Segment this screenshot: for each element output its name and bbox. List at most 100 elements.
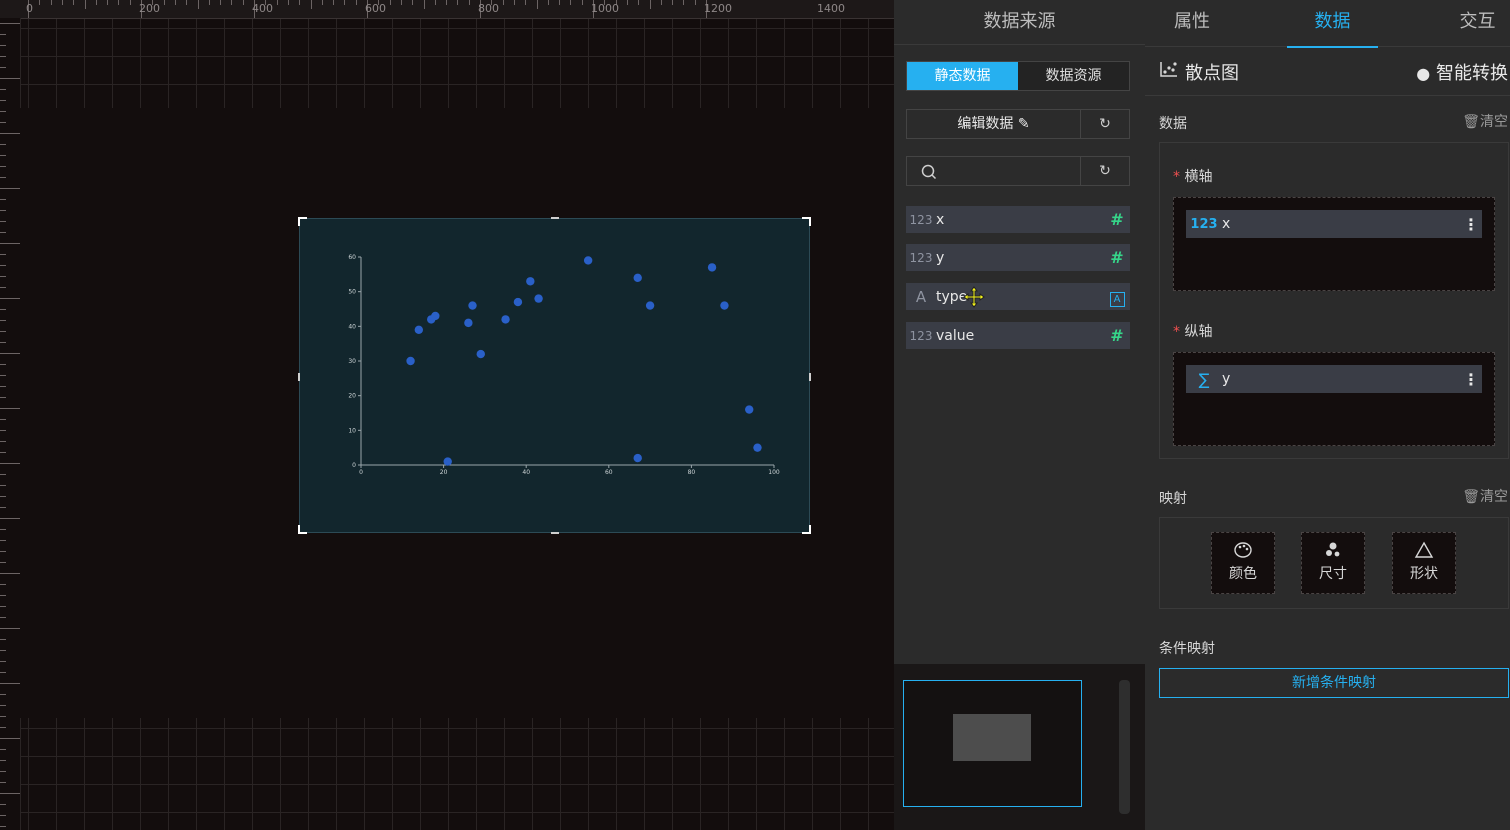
scatter-chart-component[interactable]: 0 10 20 30 40 50 60 0 20 40 60 80 100 <box>298 217 811 534</box>
x-field-chip[interactable]: 123 x ⋮ <box>1186 210 1482 238</box>
ruler-tick <box>0 782 6 783</box>
field-search-input[interactable] <box>907 157 1081 185</box>
ruler-tick <box>0 485 6 486</box>
clear-label: 清空 <box>1480 489 1508 505</box>
map-color-label: 颜色 <box>1229 566 1257 582</box>
ruler-tick <box>525 0 527 5</box>
x-axis-drop-zone[interactable]: 123 x ⋮ <box>1173 197 1495 291</box>
chart-type-row: 散点图 ● 智能转换 <box>1145 47 1510 96</box>
ruler-tick <box>0 133 20 134</box>
clear-data-button[interactable]: 🗑清空 <box>1462 111 1508 131</box>
minimap-viewport[interactable] <box>903 680 1082 807</box>
resize-handle-tl[interactable] <box>298 217 307 226</box>
minimap-scrollbar[interactable] <box>1119 680 1130 814</box>
x-axis-label: * 横轴 <box>1173 166 1212 186</box>
ruler-tick <box>186 0 188 5</box>
map-size-button[interactable]: 尺寸 <box>1301 532 1365 594</box>
map-color-button[interactable]: 颜色 <box>1211 532 1275 594</box>
ruler-tick <box>0 221 6 222</box>
ruler-tick <box>412 0 414 5</box>
ruler-tick <box>61 0 63 5</box>
ruler-tick <box>73 0 75 5</box>
move-cursor-icon <box>963 286 985 308</box>
ruler-tick <box>0 100 6 101</box>
source-mode-toggle: 静态数据 数据资源 <box>906 61 1130 91</box>
y-field-chip[interactable]: ∑ y ⋮ <box>1186 365 1482 393</box>
resize-handle-bottom[interactable] <box>551 532 559 534</box>
ruler-tick <box>547 0 549 5</box>
ruler-label: 0 <box>26 2 33 15</box>
clear-label: 清空 <box>1480 114 1508 130</box>
ruler-tick <box>0 56 6 57</box>
resize-handle-top[interactable] <box>551 217 559 219</box>
map-shape-button[interactable]: 形状 <box>1392 532 1456 594</box>
ruler-tick <box>0 254 6 255</box>
scatter-point <box>476 349 485 359</box>
ruler-tick <box>0 397 6 398</box>
tab-data[interactable]: 数据 <box>1287 0 1378 48</box>
ruler-tick <box>0 529 6 530</box>
chip-field-name: x <box>1222 216 1231 232</box>
ruler-tick <box>0 661 6 662</box>
resize-handle-tr[interactable] <box>802 217 811 226</box>
ruler-tick <box>163 0 165 5</box>
number-type-icon: 123 <box>909 250 933 265</box>
add-condition-mapping-button[interactable]: 新增条件映射 <box>1159 668 1509 698</box>
pencil-icon: ✎ <box>1017 116 1030 132</box>
static-data-tab[interactable]: 静态数据 <box>907 62 1018 90</box>
ruler-tick <box>0 760 6 761</box>
ruler-tick <box>457 0 459 5</box>
scatter-point <box>464 318 473 328</box>
data-resource-tab[interactable]: 数据资源 <box>1018 62 1129 90</box>
ruler-tick <box>0 463 20 464</box>
canvas-area[interactable]: 0 200 400 600 800 1000 1200 1400 0 10 20 30 40 50 60 0… <box>0 0 894 830</box>
ruler-tick <box>50 0 52 5</box>
x-tick-label: 20 <box>440 469 448 476</box>
edit-data-button[interactable]: 编辑数据 ✎ <box>907 110 1081 138</box>
y-tick-label: 60 <box>348 254 356 261</box>
ruler-tick <box>0 518 20 519</box>
field-item-value[interactable]: 123 value # <box>906 322 1130 349</box>
ruler-tick <box>570 0 572 5</box>
more-options-icon[interactable]: ⋮ <box>1460 215 1482 234</box>
ruler-tick <box>174 0 176 5</box>
mapping-section-title: 映射 <box>1159 491 1187 507</box>
search-refresh-button[interactable]: ↻ <box>1081 157 1129 185</box>
ruler-tick <box>0 89 6 90</box>
ruler-tick <box>468 0 470 5</box>
scatter-point <box>501 315 510 324</box>
refresh-button[interactable]: ↻ <box>1081 110 1129 138</box>
field-item-type[interactable]: A type A <box>906 283 1130 310</box>
smart-convert-button[interactable]: ● 智能转换 <box>1416 59 1508 85</box>
ruler-tick <box>638 0 640 5</box>
ruler-tick <box>0 551 6 552</box>
more-options-icon[interactable]: ⋮ <box>1460 370 1482 389</box>
scatter-point <box>406 356 415 366</box>
scatter-point <box>753 443 762 452</box>
resize-handle-left[interactable] <box>298 373 300 381</box>
tab-interaction[interactable]: 交互 <box>1445 0 1510 46</box>
resize-handle-br[interactable] <box>802 525 811 534</box>
ruler-label: 200 <box>139 2 160 15</box>
ruler-tick <box>0 672 6 673</box>
ruler-tick <box>321 0 323 5</box>
text-box-icon: A <box>1104 287 1130 307</box>
ruler-tick <box>0 408 20 409</box>
y-axis-drop-zone[interactable]: ∑ y ⋮ <box>1173 352 1495 446</box>
ruler-tick <box>310 0 312 9</box>
ruler-tick <box>208 0 210 5</box>
ruler-tick <box>0 815 6 816</box>
ruler-tick <box>0 144 6 145</box>
ruler-tick <box>287 0 289 5</box>
resize-handle-bl[interactable] <box>298 525 307 534</box>
tab-properties[interactable]: 属性 <box>1145 0 1239 46</box>
resize-handle-right[interactable] <box>809 373 811 381</box>
edit-data-label: 编辑数据 <box>957 116 1014 132</box>
ruler-label: 1400 <box>817 2 845 15</box>
field-item-x[interactable]: 123 x # <box>906 206 1130 233</box>
ruler-label: 1000 <box>591 2 619 15</box>
ruler-tick <box>0 276 6 277</box>
field-item-y[interactable]: 123 y # <box>906 244 1130 271</box>
ruler-tick <box>0 595 6 596</box>
clear-mapping-button[interactable]: 🗑清空 <box>1462 486 1508 506</box>
